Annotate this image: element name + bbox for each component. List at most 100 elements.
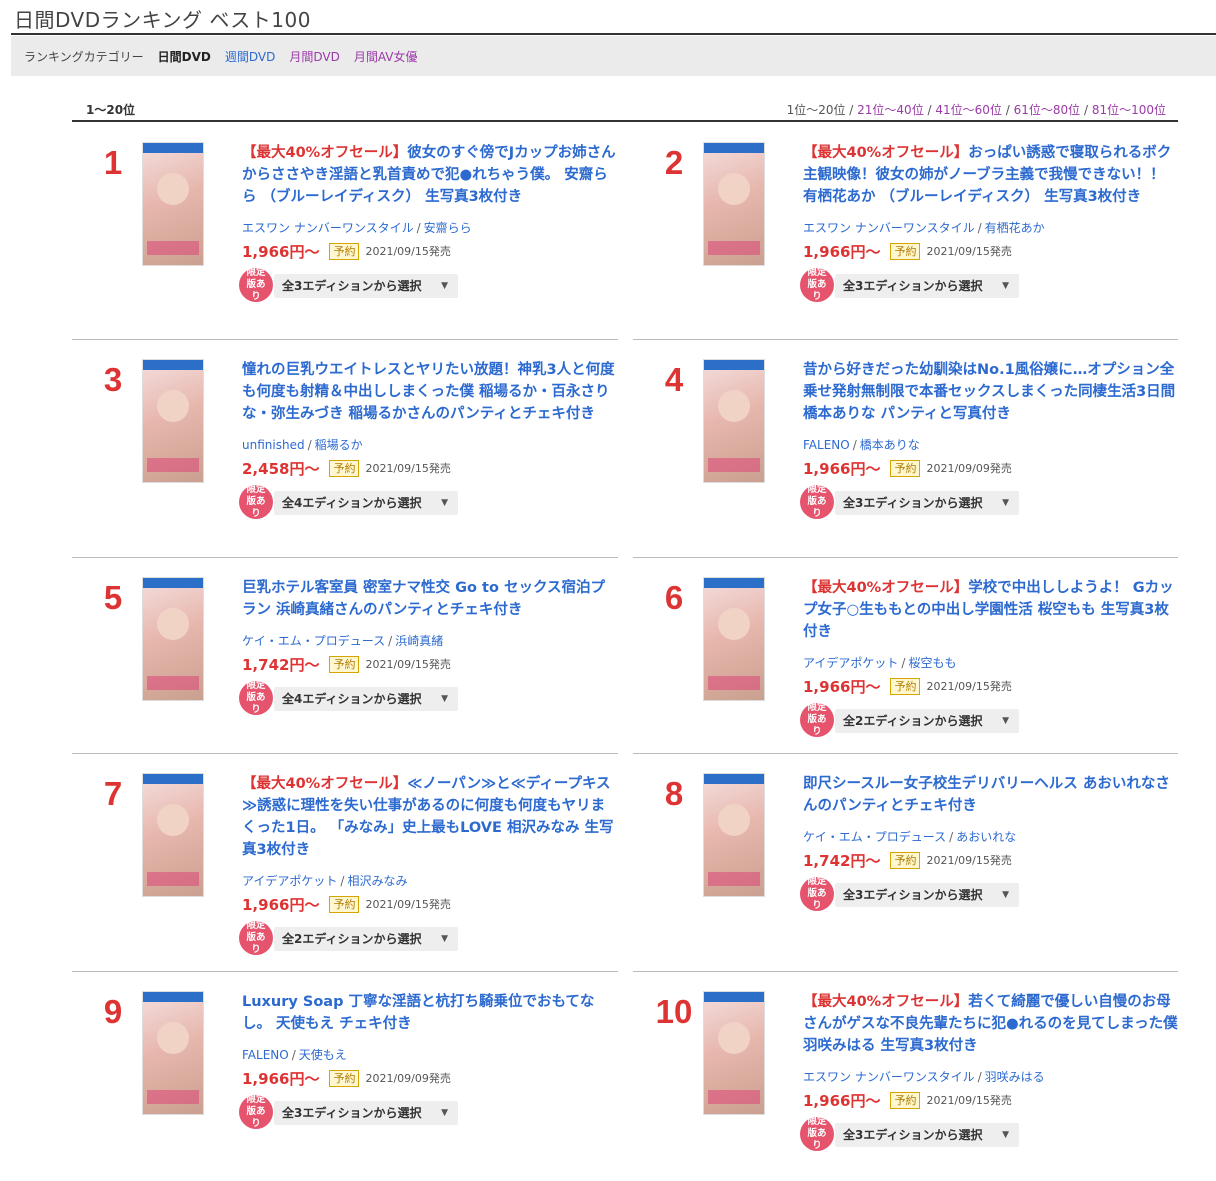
maker-line: ケイ・エム・プロデュース / 浜崎真緒: [242, 632, 618, 649]
price: 1,966円〜: [242, 1069, 320, 1088]
maker-link[interactable]: エスワン ナンバーワンスタイル: [803, 1070, 975, 1084]
product-title-link[interactable]: 【最大40%オフセール】彼女のすぐ傍でJカップお姉さんからささやき淫語と乳首責め…: [242, 142, 618, 208]
limited-edition-badge: 限定版あり: [239, 680, 273, 715]
edition-select[interactable]: 全3エディションから選択 ▼: [835, 1123, 1019, 1147]
actress-link[interactable]: 橋本ありな: [860, 438, 920, 452]
product-title-link[interactable]: 【最大40%オフセール】学校で中出ししようよ！ Gカップ女子○生ももとの中出し学…: [803, 577, 1179, 643]
edition-select[interactable]: 全3エディションから選択 ▼: [835, 274, 1019, 298]
range-page-41-60[interactable]: 41位〜60位: [935, 103, 1002, 117]
actress-link[interactable]: 稲場るか: [315, 438, 363, 452]
item-info: 昔から好きだった幼馴染はNo.1風俗嬢に…オプション全乗せ発射無制限で本番セック…: [800, 359, 1179, 519]
product-thumbnail[interactable]: [142, 991, 204, 1115]
actress-link[interactable]: 安齋らら: [424, 221, 472, 235]
reserve-badge: 予約: [890, 677, 921, 695]
maker-link[interactable]: アイデアポケット: [803, 656, 898, 670]
edition-select[interactable]: 全3エディションから選択 ▼: [835, 491, 1019, 515]
item-info: 憧れの巨乳ウエイトレスとヤリたい放題！神乳3人と何度も何度も射精＆中出ししまくっ…: [239, 359, 618, 519]
actress-link[interactable]: あおいれな: [956, 830, 1016, 844]
release-date: 2021/09/15発売: [926, 680, 1012, 693]
rank-number: 2: [664, 144, 684, 181]
actress-link[interactable]: 相沢みなみ: [347, 874, 407, 888]
product-thumbnail[interactable]: [142, 142, 204, 266]
product-thumbnail[interactable]: [703, 773, 765, 897]
range-page-21-40[interactable]: 21位〜40位: [857, 103, 924, 117]
edition-select[interactable]: 全3エディションから選択 ▼: [274, 274, 458, 298]
separator: /: [291, 1048, 296, 1062]
chevron-down-icon: ▼: [1002, 890, 1009, 900]
edition-row: 限定版あり 全3エディションから選択 ▼: [239, 267, 618, 302]
ranking-item: 10 【最大40%オフセール】若くて綺麗で優しい自慢のお母さんがゲスな不良先輩たち…: [633, 971, 1179, 1181]
separator: /: [977, 1070, 982, 1084]
category-link-weekly-dvd[interactable]: 週間DVD: [225, 48, 275, 65]
actress-link[interactable]: 羽咲みはる: [985, 1070, 1045, 1084]
title-divider: [11, 33, 1216, 35]
maker-line: アイデアポケット / 桜空もも: [803, 654, 1179, 671]
limited-edition-badge: 限定版あり: [800, 267, 834, 302]
maker-link[interactable]: unfinished: [242, 438, 305, 452]
edition-select[interactable]: 全2エディションから選択 ▼: [274, 927, 458, 951]
edition-select[interactable]: 全2エディションから選択 ▼: [835, 709, 1019, 733]
price-line: 1,742円〜 予約 2021/09/15発売: [242, 653, 618, 675]
item-info: 【最大40%オフセール】おっぱい誘惑で寝取られるボク主観映像！彼女の姉がノーブラ…: [800, 142, 1179, 302]
category-link-monthly-actress[interactable]: 月間AV女優: [354, 48, 418, 65]
maker-line: アイデアポケット / 相沢みなみ: [242, 872, 618, 889]
edition-select-label: 全3エディションから選択: [282, 279, 422, 293]
reserve-badge: 予約: [890, 242, 921, 260]
limited-badge-text: 限定版あり: [246, 484, 266, 519]
maker-link[interactable]: FALENO: [242, 1048, 289, 1062]
product-thumbnail[interactable]: [703, 359, 765, 483]
edition-select-label: 全4エディションから選択: [282, 496, 422, 510]
edition-select[interactable]: 全4エディションから選択 ▼: [274, 491, 458, 515]
edition-select[interactable]: 全3エディションから選択 ▼: [274, 1101, 458, 1125]
actress-link[interactable]: 桜空もも: [908, 656, 956, 670]
product-title-link[interactable]: Luxury Soap 丁寧な淫語と杭打ち騎乗位でおもてなし。 天使もえ チェキ…: [242, 991, 618, 1035]
product-title-link[interactable]: 憧れの巨乳ウエイトレスとヤリたい放題！神乳3人と何度も何度も射精＆中出ししまくっ…: [242, 359, 618, 425]
edition-select[interactable]: 全3エディションから選択 ▼: [835, 883, 1019, 907]
maker-line: FALENO / 橋本ありな: [803, 436, 1179, 453]
actress-link[interactable]: 有栖花あか: [985, 221, 1045, 235]
thumbnail-text-block: [708, 241, 760, 255]
release-date: 2021/09/15発売: [926, 1094, 1012, 1107]
maker-link[interactable]: エスワン ナンバーワンスタイル: [242, 221, 414, 235]
maker-link[interactable]: ケイ・エム・プロデュース: [242, 634, 385, 648]
maker-link[interactable]: エスワン ナンバーワンスタイル: [803, 221, 975, 235]
product-title-link[interactable]: 【最大40%オフセール】おっぱい誘惑で寝取られるボク主観映像！彼女の姉がノーブラ…: [803, 142, 1179, 208]
product-thumbnail[interactable]: [703, 991, 765, 1115]
category-link-monthly-dvd[interactable]: 月間DVD: [289, 48, 339, 65]
product-thumbnail[interactable]: [142, 773, 204, 897]
product-title-link[interactable]: 【最大40%オフセール】若くて綺麗で優しい自慢のお母さんがゲスな不良先輩たちに犯…: [803, 991, 1179, 1057]
product-title-link[interactable]: 巨乳ホテル客室員 密室ナマ性交 Go to セックス宿泊プラン 浜崎真緒さんのパ…: [242, 577, 618, 621]
maker-line: エスワン ナンバーワンスタイル / 有栖花あか: [803, 219, 1179, 236]
product-thumbnail[interactable]: [142, 577, 204, 701]
limited-badge-text: 限定版あり: [246, 680, 266, 715]
actress-link[interactable]: 浜崎真緒: [395, 634, 443, 648]
chevron-down-icon: ▼: [1002, 498, 1009, 508]
ranking-item: 6 【最大40%オフセール】学校で中出ししようよ！ Gカップ女子○生ももとの中出し…: [633, 557, 1179, 767]
item-info: 【最大40%オフセール】≪ノーパン≫と≪ディープキス≫誘惑に理性を失い仕事がある…: [239, 773, 618, 955]
reserve-badge: 予約: [890, 459, 921, 477]
edition-select-label: 全2エディションから選択: [282, 932, 422, 946]
maker-line: FALENO / 天使もえ: [242, 1046, 618, 1063]
edition-select[interactable]: 全4エディションから選択 ▼: [274, 687, 458, 711]
product-thumbnail[interactable]: [703, 577, 765, 701]
range-page-61-80[interactable]: 61位〜80位: [1014, 103, 1081, 117]
release-date: 2021/09/15発売: [365, 898, 451, 911]
maker-link[interactable]: FALENO: [803, 438, 850, 452]
thumbnail-text-block: [147, 458, 199, 472]
product-title-link[interactable]: 即尺シースルー女子校生デリバリーヘルス あおいれなさんのパンティとチェキ付き: [803, 773, 1179, 817]
limited-edition-badge: 限定版あり: [800, 484, 834, 519]
product-thumbnail[interactable]: [142, 359, 204, 483]
separator: /: [901, 656, 906, 670]
range-page-1-20[interactable]: 1位〜20位: [787, 103, 846, 117]
product-title-link[interactable]: 昔から好きだった幼馴染はNo.1風俗嬢に…オプション全乗せ発射無制限で本番セック…: [803, 359, 1179, 425]
reserve-badge: 予約: [329, 895, 360, 913]
maker-link[interactable]: ケイ・エム・プロデュース: [803, 830, 946, 844]
thumbnail-band: [143, 992, 203, 1002]
thumbnail-figure: [718, 804, 750, 836]
actress-link[interactable]: 天使もえ: [299, 1048, 347, 1062]
product-thumbnail[interactable]: [703, 142, 765, 266]
price-line: 1,966円〜 予約 2021/09/15発売: [803, 675, 1179, 697]
range-page-81-100[interactable]: 81位〜100位: [1092, 103, 1166, 117]
product-title-link[interactable]: 【最大40%オフセール】≪ノーパン≫と≪ディープキス≫誘惑に理性を失い仕事がある…: [242, 773, 618, 861]
maker-link[interactable]: アイデアポケット: [242, 874, 337, 888]
